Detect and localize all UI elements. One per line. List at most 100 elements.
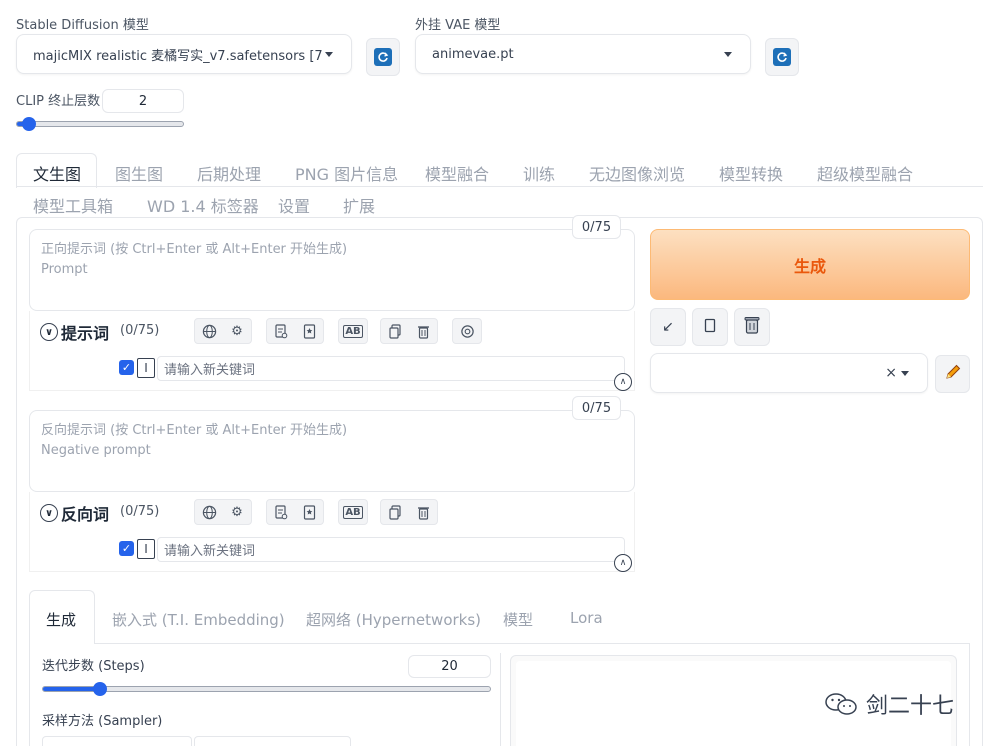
chevron-down-icon <box>724 52 732 57</box>
tab-6[interactable]: 无边图像浏览 <box>589 161 685 185</box>
clear-selection-icon[interactable]: × <box>885 365 897 381</box>
trash-icon[interactable] <box>409 500 437 524</box>
tab-11[interactable]: 设置 <box>278 193 310 217</box>
tab-12[interactable]: 扩展 <box>343 193 375 217</box>
doc-icon[interactable] <box>267 319 295 343</box>
trash-icon <box>743 315 761 339</box>
positive-toolgroup-2 <box>266 318 324 344</box>
bookmark-icon[interactable] <box>295 500 323 524</box>
doc-icon[interactable] <box>267 500 295 524</box>
gear-icon[interactable]: ⚙ <box>223 500 251 524</box>
translate-icon[interactable]: AB <box>339 319 367 343</box>
positive-toolgroup-1: ⚙ <box>194 318 252 344</box>
edit-styles-button[interactable] <box>935 355 970 393</box>
sd-model-dropdown[interactable]: majicMIX realistic 麦橘写实_v7.safetensors [… <box>16 34 352 74</box>
watermark: 剑二十七 <box>822 688 954 720</box>
positive-section-title: 提示词 <box>61 324 110 343</box>
translate-icon[interactable]: AB <box>339 500 367 524</box>
copy-icon[interactable] <box>381 319 409 343</box>
negative-keyword-input[interactable]: 请输入新关键词 <box>157 537 625 562</box>
chevron-up-icon[interactable]: ∧ <box>614 373 632 391</box>
arrow-icon: ↙ <box>662 319 674 335</box>
read-params-button[interactable]: ↙ <box>650 308 686 346</box>
pencil-icon <box>944 363 962 385</box>
positive-toolgroup-4 <box>380 318 438 344</box>
text-cursor-icon: I <box>137 539 155 559</box>
vae-model-dropdown[interactable]: animevae.pt <box>415 34 751 74</box>
positive-keyword-checkbox[interactable]: ✓ <box>119 360 134 375</box>
chevron-down-icon: ∨ <box>40 504 58 522</box>
negative-section-toggle[interactable]: ∨ 反向词 <box>40 501 109 525</box>
sampler-label: 采样方法 (Sampler) <box>42 714 163 729</box>
column-divider <box>500 653 501 746</box>
negative-token-counter: 0/75 <box>572 396 621 420</box>
tab-9[interactable]: 模型工具箱 <box>33 193 113 217</box>
vae-refresh-button[interactable] <box>765 38 799 76</box>
tab-divider <box>16 186 983 187</box>
tab-3[interactable]: PNG 图片信息 <box>295 161 398 185</box>
gear-icon[interactable]: ⚙ <box>223 319 251 343</box>
openai-icon[interactable] <box>453 319 481 343</box>
vae-model-value: animevae.pt <box>432 46 514 62</box>
positive-prompt-placeholder: 正向提示词 (按 Ctrl+Enter 或 Alt+Enter 开始生成) <box>41 242 348 257</box>
clear-button[interactable] <box>734 308 770 346</box>
styles-dropdown[interactable]: × <box>650 353 928 393</box>
negative-prompt-placeholder: 反向提示词 (按 Ctrl+Enter 或 Alt+Enter 开始生成) <box>41 423 348 438</box>
positive-toolgroup-3: AB <box>338 318 368 344</box>
tab-2[interactable]: 后期处理 <box>197 161 261 185</box>
positive-keyword-input[interactable]: 请输入新关键词 <box>157 356 625 381</box>
generate-button[interactable]: 生成 <box>650 229 970 300</box>
tab-10[interactable]: WD 1.4 标签器 <box>147 193 259 217</box>
text-cursor-icon: I <box>137 358 155 378</box>
steps-label: 迭代步数 (Steps) <box>42 659 145 674</box>
tab-4[interactable]: 模型融合 <box>425 161 489 185</box>
subtab-3[interactable]: 模型 <box>503 609 533 630</box>
steps-slider[interactable] <box>42 686 491 692</box>
positive-prompt-textarea[interactable]: 正向提示词 (按 Ctrl+Enter 或 Alt+Enter 开始生成) Pr… <box>29 229 635 311</box>
positive-count: (0/75) <box>120 323 160 338</box>
tab-0[interactable]: 文生图 <box>33 161 81 185</box>
sd-model-value: majicMIX realistic 麦橘写实_v7.safetensors [… <box>33 48 323 64</box>
negative-toolgroup-2 <box>266 499 324 525</box>
clip-label: CLIP 终止层数 <box>16 94 101 109</box>
negative-prompt-textarea[interactable]: 反向提示词 (按 Ctrl+Enter 或 Alt+Enter 开始生成) Ne… <box>29 410 635 492</box>
trash-icon[interactable] <box>409 319 437 343</box>
tab-5[interactable]: 训练 <box>523 161 555 185</box>
tab-8[interactable]: 超级模型融合 <box>817 161 913 185</box>
clip-slider-thumb[interactable] <box>22 117 37 131</box>
paste-button[interactable] <box>692 308 728 346</box>
negative-keyword-checkbox[interactable]: ✓ <box>119 541 134 556</box>
negative-count: (0/75) <box>120 504 160 519</box>
negative-section-title: 反向词 <box>61 505 110 524</box>
subtab-1[interactable]: 嵌入式 (T.I. Embedding) <box>112 609 285 630</box>
negative-toolgroup-1: ⚙ <box>194 499 252 525</box>
chevron-up-icon[interactable]: ∧ <box>614 554 632 572</box>
subtab-0[interactable]: 生成 <box>46 609 76 630</box>
subtab-4[interactable]: Lora <box>570 609 603 627</box>
globe-icon[interactable] <box>195 319 223 343</box>
tab-7[interactable]: 模型转换 <box>719 161 783 185</box>
tab-1[interactable]: 图生图 <box>115 161 163 185</box>
sampler-option[interactable] <box>194 736 351 746</box>
clip-slider[interactable] <box>16 121 184 127</box>
globe-icon[interactable] <box>195 500 223 524</box>
positive-token-counter: 0/75 <box>572 215 621 239</box>
steps-value-input[interactable]: 20 <box>408 655 491 678</box>
negative-toolgroup-3: AB <box>338 499 368 525</box>
refresh-icon <box>773 48 791 66</box>
clip-value-input[interactable]: 2 <box>102 89 184 113</box>
wechat-icon <box>825 693 857 715</box>
positive-prompt-placeholder-en: Prompt <box>41 262 88 277</box>
bookmark-icon[interactable] <box>295 319 323 343</box>
sampler-option[interactable] <box>42 736 192 746</box>
negative-prompt-placeholder-en: Negative prompt <box>41 443 151 458</box>
negative-toolgroup-4 <box>380 499 438 525</box>
positive-toolgroup-5 <box>452 318 482 344</box>
watermark-text: 剑二十七 <box>866 694 955 719</box>
subtab-2[interactable]: 超网络 (Hypernetworks) <box>306 609 481 630</box>
positive-section-toggle[interactable]: ∨ 提示词 <box>40 320 109 344</box>
sd-refresh-button[interactable] <box>366 38 400 76</box>
copy-icon[interactable] <box>381 500 409 524</box>
refresh-icon <box>374 48 392 66</box>
clipboard-icon <box>704 318 716 337</box>
